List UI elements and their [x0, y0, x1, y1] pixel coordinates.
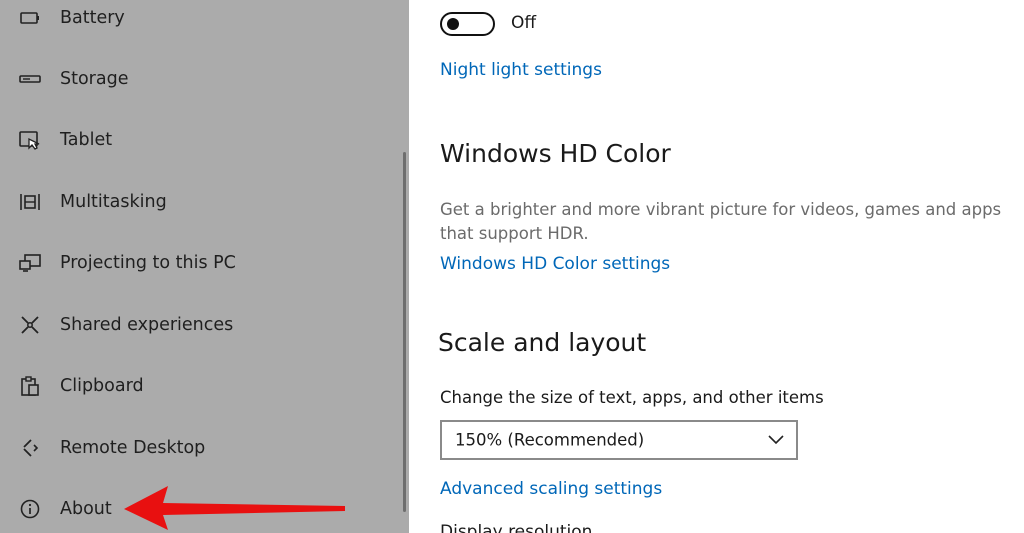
tablet-icon	[18, 128, 42, 152]
hd-color-description: Get a brighter and more vibrant picture …	[440, 200, 1002, 243]
night-light-settings-link[interactable]: Night light settings	[440, 60, 602, 80]
scale-layout-heading: Scale and layout	[438, 328, 647, 357]
size-change-label: Change the size of text, apps, and other…	[440, 388, 824, 407]
clipboard-icon	[18, 374, 42, 398]
sidebar-item-label: Clipboard	[60, 376, 144, 396]
display-settings-pane: Off Night light settings Windows HD Colo…	[409, 0, 1024, 533]
sidebar-item-shared-experiences[interactable]: Shared experiences	[0, 300, 400, 350]
sidebar-item-label: Projecting to this PC	[60, 253, 236, 273]
multitasking-icon	[18, 190, 42, 214]
shared-experiences-icon	[18, 313, 42, 337]
sidebar-item-label: Battery	[60, 8, 125, 28]
storage-icon	[18, 67, 42, 91]
sidebar-item-projecting[interactable]: Projecting to this PC	[0, 238, 400, 288]
advanced-scaling-link[interactable]: Advanced scaling settings	[440, 479, 662, 499]
sidebar-item-label: Shared experiences	[60, 315, 234, 335]
chevron-down-icon	[768, 435, 784, 445]
sidebar-item-about[interactable]: About	[0, 484, 400, 533]
toggle-state-label: Off	[511, 13, 537, 33]
projecting-icon	[18, 251, 42, 275]
sidebar-scrollbar[interactable]	[403, 152, 406, 512]
sidebar-item-label: Remote Desktop	[60, 438, 206, 458]
sidebar-item-label: Storage	[60, 69, 129, 89]
night-light-toggle[interactable]	[440, 12, 495, 36]
sidebar-item-remote-desktop[interactable]: Remote Desktop	[0, 423, 400, 473]
info-icon	[18, 497, 42, 521]
sidebar-item-battery[interactable]: Battery	[0, 0, 400, 43]
sidebar-item-label: Tablet	[60, 130, 113, 150]
battery-icon	[18, 6, 42, 30]
sidebar-item-clipboard[interactable]: Clipboard	[0, 361, 400, 411]
sidebar-item-storage[interactable]: Storage	[0, 54, 400, 104]
hd-color-heading: Windows HD Color	[440, 139, 671, 168]
display-resolution-label: Display resolution	[440, 522, 593, 533]
settings-sidebar: Battery Storage Tablet Multitasking Proj…	[0, 0, 409, 533]
sidebar-item-label: About	[60, 499, 112, 519]
sidebar-item-label: Multitasking	[60, 192, 167, 212]
sidebar-item-tablet[interactable]: Tablet	[0, 115, 400, 165]
sidebar-item-multitasking[interactable]: Multitasking	[0, 177, 400, 227]
toggle-knob	[447, 18, 459, 30]
hd-color-settings-link[interactable]: Windows HD Color settings	[440, 254, 670, 274]
remote-desktop-icon	[18, 436, 42, 460]
scale-dropdown-value: 150% (Recommended)	[455, 430, 645, 450]
scale-dropdown[interactable]: 150% (Recommended)	[440, 420, 798, 460]
